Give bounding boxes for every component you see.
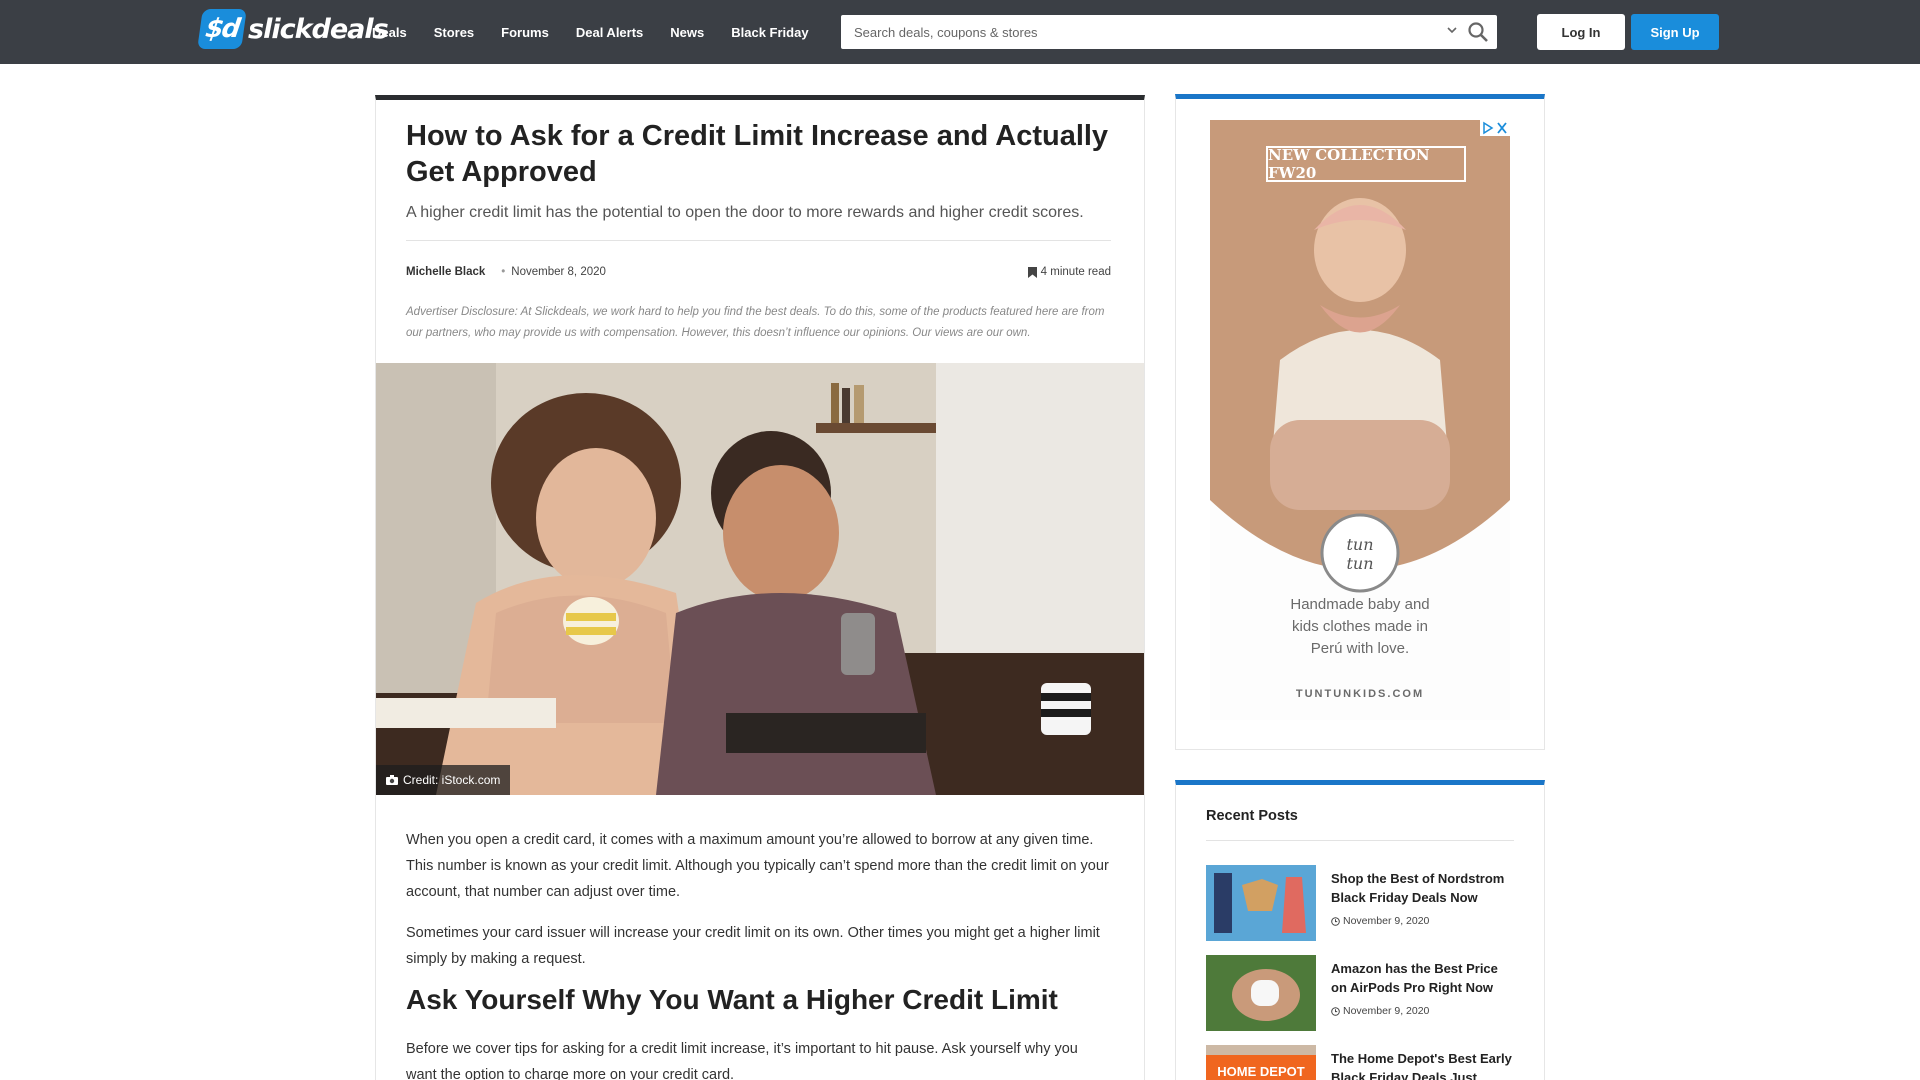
- post-title[interactable]: Amazon has the Best Price on AirPods Pro…: [1331, 959, 1514, 997]
- clock-icon: [1331, 1006, 1340, 1016]
- ad-url: TUNTUNKIDS.COM: [1295, 688, 1425, 700]
- bookmark-icon: [1027, 266, 1037, 278]
- signup-button[interactable]: Sign Up: [1631, 14, 1719, 50]
- article-paragraph: Before we cover tips for asking for a cr…: [406, 1041, 1078, 1080]
- article-card: How to Ask for a Credit Limit Increase a…: [375, 95, 1145, 1080]
- ad-body: Handmade baby and kids clothes made in P…: [1210, 594, 1510, 660]
- ad-brand-line1: tun: [1346, 535, 1373, 554]
- nav-black-friday[interactable]: Black Friday: [731, 25, 808, 40]
- couple-photo: [376, 363, 1144, 795]
- logo-mark: $d: [197, 9, 247, 49]
- search-icon[interactable]: [1467, 21, 1489, 43]
- ad-headline: NEW COLLECTION FW20: [1266, 146, 1466, 182]
- post-title[interactable]: The Home Depot's Best Early Black Friday…: [1331, 1049, 1514, 1080]
- home-depot-thumbnail: HOME DEPOT: [1206, 1045, 1316, 1080]
- clothing-thumbnail: [1206, 865, 1316, 941]
- article-paragraph: Sometimes your card issuer will increase…: [406, 925, 1100, 967]
- article-divider: [406, 240, 1111, 241]
- nav-news[interactable]: News: [670, 25, 704, 40]
- ad-body-line: kids clothes made in: [1292, 618, 1428, 635]
- meta-separator: •: [501, 266, 506, 278]
- adchoices-icon[interactable]: [1480, 120, 1510, 136]
- author-link[interactable]: Michelle Black: [406, 266, 485, 278]
- ad-brand-line2: tun: [1346, 554, 1373, 573]
- display-ad[interactable]: tun tun NEW COLLECTION FW20 Handmade bab…: [1210, 120, 1510, 720]
- post-date: November 9, 2020: [1331, 915, 1429, 927]
- article-meta: Michelle Black • November 8, 2020 4 minu…: [406, 264, 1111, 280]
- section-heading: Ask Yourself Why You Want a Higher Credi…: [406, 984, 1058, 1015]
- image-credit-label: Credit: iStock.com: [403, 773, 501, 787]
- post-thumbnail[interactable]: HOME DEPOT: [1206, 1045, 1316, 1080]
- post-date: November 9, 2020: [1331, 1005, 1429, 1017]
- clock-icon: [1331, 916, 1340, 926]
- read-time: 4 minute read: [1027, 266, 1111, 278]
- top-navigation-bar: $d slickdeals Deals Stores Forums Deal A…: [0, 0, 1920, 64]
- login-button[interactable]: Log In: [1537, 14, 1625, 50]
- post-title[interactable]: Shop the Best of Nordstrom Black Friday …: [1331, 869, 1514, 907]
- advertiser-disclosure: Advertiser Disclosure: At Slickdeals, we…: [406, 306, 1105, 339]
- recent-post-item[interactable]: Shop the Best of Nordstrom Black Friday …: [1206, 865, 1514, 941]
- thumb-store-sign: HOME DEPOT: [1217, 1064, 1304, 1079]
- hero-image: Credit: iStock.com: [376, 363, 1144, 795]
- article-subtitle: A higher credit limit has the potential …: [406, 204, 1084, 221]
- slickdeals-logo[interactable]: $d slickdeals: [197, 8, 389, 50]
- post-thumbnail[interactable]: [1206, 955, 1316, 1031]
- recent-posts-widget: Recent Posts Shop the Best of Nordstrom …: [1175, 780, 1545, 1080]
- nav-deals[interactable]: Deals: [372, 25, 407, 40]
- image-credit: Credit: iStock.com: [376, 765, 511, 795]
- article-title: How to Ask for a Credit Limit Increase a…: [406, 120, 1109, 188]
- search-bar: [841, 15, 1497, 49]
- ad-body-line: Perú with love.: [1310, 640, 1410, 657]
- main-nav: Deals Stores Forums Deal Alerts News Bla…: [372, 0, 836, 64]
- recent-post-item[interactable]: HOME DEPOT The Home Depot's Best Early B…: [1206, 1045, 1514, 1080]
- article-paragraph: When you open a credit card, it comes wi…: [406, 832, 1109, 900]
- recent-post-item[interactable]: Amazon has the Best Price on AirPods Pro…: [1206, 955, 1514, 1031]
- camera-icon: [386, 775, 398, 785]
- nav-stores[interactable]: Stores: [434, 25, 474, 40]
- ad-body-line: Handmade baby and: [1290, 596, 1430, 613]
- nav-forums[interactable]: Forums: [501, 25, 549, 40]
- publish-date: November 8, 2020: [511, 266, 606, 278]
- read-time-label: 4 minute read: [1040, 266, 1111, 278]
- ad-close-icon[interactable]: [1481, 121, 1509, 135]
- airpods-thumbnail: [1206, 955, 1316, 1031]
- search-input[interactable]: [841, 15, 1441, 49]
- recent-posts-divider: [1206, 840, 1514, 841]
- chevron-down-icon[interactable]: [1445, 23, 1459, 37]
- logo-text: slickdeals: [248, 13, 389, 45]
- post-date-label: November 9, 2020: [1343, 1005, 1430, 1017]
- nav-deal-alerts[interactable]: Deal Alerts: [576, 25, 643, 40]
- recent-posts-title: Recent Posts: [1206, 808, 1298, 824]
- post-thumbnail[interactable]: [1206, 865, 1316, 941]
- post-date-label: November 9, 2020: [1343, 915, 1430, 927]
- sidebar-ad-box: tun tun NEW COLLECTION FW20 Handmade bab…: [1175, 94, 1545, 750]
